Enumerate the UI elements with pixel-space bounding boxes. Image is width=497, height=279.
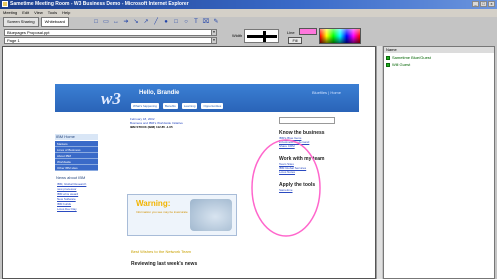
chevron-down-icon[interactable]: ▼ <box>211 30 216 35</box>
promo-image <box>190 199 232 231</box>
line-icon[interactable]: ╱ <box>152 18 160 26</box>
filled-circle-icon[interactable]: ● <box>162 18 170 26</box>
participant-item[interactable]: Will Guest <box>386 62 410 67</box>
close-button[interactable]: x <box>488 1 495 7</box>
page-select-value: Page 1 <box>7 38 20 43</box>
stock-quote: IBM STOCK (IBM) 112.85 -1.05 <box>130 125 173 129</box>
nav-button-learning[interactable]: Learning <box>181 103 198 109</box>
menu-help[interactable]: Help <box>62 9 70 17</box>
participant-item[interactable]: Sametime Blue/Guest <box>386 55 431 60</box>
tab-whiteboard[interactable]: Whiteboard <box>40 17 70 27</box>
page-select[interactable]: Page 1 ▼ <box>4 37 217 44</box>
warning-promo: Warning: Information you see may be inac… <box>127 194 237 236</box>
feature-story: February 18, 2002 Business and IBM's Wor… <box>130 117 226 129</box>
menu-meeting[interactable]: Meeting <box>3 9 17 17</box>
search-input[interactable] <box>279 117 335 124</box>
chevron-down-icon[interactable]: ▼ <box>211 38 216 43</box>
text-icon[interactable]: T <box>192 18 200 26</box>
ellipse-annotation[interactable] <box>250 138 322 238</box>
nav-button-opportunities[interactable]: Opportunities <box>201 103 224 109</box>
eraser-icon[interactable]: ⌧ <box>202 18 210 26</box>
pointer-icon[interactable]: ↘ <box>132 18 140 26</box>
width-picker[interactable] <box>244 29 279 43</box>
square-icon[interactable]: □ <box>172 18 180 26</box>
menu-tools[interactable]: Tools <box>48 9 57 17</box>
participant-name: Will Guest <box>392 62 411 67</box>
participants-header: Name <box>384 47 494 53</box>
resize-icon[interactable]: ↔ <box>112 18 120 26</box>
minimize-button[interactable]: _ <box>472 1 479 7</box>
file-select-value: Bluepages Proposal.ppt <box>7 30 50 35</box>
fill-button[interactable]: Fill <box>288 37 302 44</box>
menu-bar: Meeting Edit View Tools Help <box>0 9 497 17</box>
file-select[interactable]: Bluepages Proposal.ppt ▼ <box>4 29 217 36</box>
window-controls: _ □ x <box>472 1 495 7</box>
promo-headline[interactable]: Best Wishes to the Network Team <box>131 249 191 254</box>
window-title: Sametime Meeting Room - W3 Business Demo… <box>10 1 189 7</box>
maximize-button[interactable]: □ <box>480 1 487 7</box>
left-nav-item[interactable]: Other IBM sites <box>55 165 98 171</box>
presence-icon <box>386 55 390 60</box>
review-heading: Reviewing last week's news <box>131 261 198 267</box>
pen-icon[interactable]: ✎ <box>212 18 220 26</box>
vertical-scrollbar[interactable] <box>376 46 382 279</box>
whiteboard-toolbar: □ ▭ ↔ ➔ ↘ ↗ ╱ ● □ ○ T ⌧ ✎ <box>92 17 220 27</box>
participants-panel: Name Sametime Blue/Guest Will Guest <box>383 46 495 279</box>
line-label: Line <box>287 30 295 35</box>
left-nav-header: IBM Home <box>55 134 98 140</box>
greeting: Hello, Brandie <box>139 90 180 96</box>
title-bar: Sametime Meeting Room - W3 Business Demo… <box>0 0 497 9</box>
select-icon[interactable]: □ <box>92 18 100 26</box>
width-label: Width <box>232 33 243 38</box>
warning-subtext: Information you see may be inaccurate <box>136 210 188 214</box>
site-banner: w3 Hello, Brandie Bluefiles | Home What'… <box>55 84 359 112</box>
site-logo: w3 <box>101 89 121 108</box>
app-icon <box>2 1 8 7</box>
presence-icon <box>386 62 390 67</box>
ellipse-icon[interactable]: ○ <box>182 18 190 26</box>
tab-bar: Screen Sharing Whiteboard <box>3 17 70 27</box>
news-link[interactable]: Lotus Dev Day <box>55 207 98 212</box>
menu-view[interactable]: View <box>34 9 43 17</box>
warning-title: Warning: <box>136 199 171 208</box>
site-nav-buttons: What's happening Benefits Learning Oppor… <box>131 103 224 109</box>
nav-button-happening[interactable]: What's happening <box>131 103 159 109</box>
menu-edit[interactable]: Edit <box>22 9 29 17</box>
color-palette[interactable] <box>319 28 361 44</box>
banner-links[interactable]: Bluefiles | Home <box>312 90 341 95</box>
line-color-swatch[interactable] <box>299 28 317 35</box>
rectangle-select-icon[interactable]: ▭ <box>102 18 110 26</box>
arrow-up-icon[interactable]: ↗ <box>142 18 150 26</box>
line-width-sample <box>247 35 277 38</box>
participant-name: Sametime Blue/Guest <box>392 55 431 60</box>
news-header: News about IBM <box>55 175 98 181</box>
tab-screen-sharing[interactable]: Screen Sharing <box>3 17 39 27</box>
left-navigation: IBM Home Markets Lines of Business About… <box>55 134 98 270</box>
arrow-right-icon[interactable]: ➔ <box>122 18 130 26</box>
width-indicator <box>263 31 266 42</box>
nav-button-benefits[interactable]: Benefits <box>162 103 178 109</box>
